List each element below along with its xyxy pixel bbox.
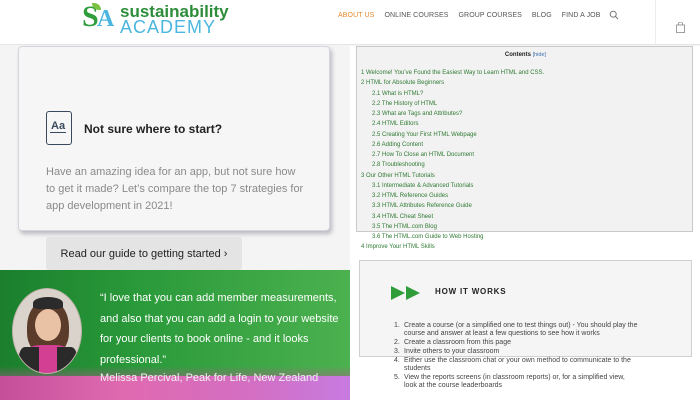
toc-link[interactable]: 2.6 Adding Content [361,140,691,150]
toc-link[interactable]: 3 Our Other HTML Tutorials [361,171,691,181]
step-item: 2. Create a classroom from this page [394,339,694,347]
nav-blog[interactable]: BLOG [532,12,552,19]
toc-link[interactable]: 1 Welcome! You’ve Found the Easiest Way … [361,68,691,78]
font-icon-label: Aa [51,120,66,132]
read-guide-button[interactable]: Read our guide to getting started › [46,237,242,270]
logo-text: sustainability ACADEMY [120,3,229,37]
site-header: S A sustainability ACADEMY ABOUT US ONLI… [0,0,700,45]
card-body: Have an amazing idea for an app, but not… [46,166,304,212]
testimonial-author: Melissa Percival, Peak for Life, New Zea… [100,372,319,384]
step-text-continued: look at the course leaderboards [404,382,503,389]
toc-link[interactable]: 2.3 What are Tags and Attributes? [361,109,691,119]
main-nav: ABOUT US ONLINE COURSES GROUP COURSES BL… [338,12,611,19]
avatar [12,288,82,374]
toc-link[interactable]: 2.7 How To Close an HTML Document [361,150,691,160]
fast-forward-icon [391,286,420,300]
card-title: Not sure where to start? [84,122,223,136]
step-number: 1. [394,322,400,329]
toc-link[interactable]: 3.6 The HTML.com Guide to Web Hosting [361,232,691,242]
step-number: 3. [394,348,400,355]
how-it-works-title: HOW IT WORKS [435,287,507,296]
toc-link[interactable]: 2.5 Creating Your First HTML Webpage [361,130,691,140]
toc-link[interactable]: 2.8 Troubleshooting [361,160,691,170]
toc-link[interactable]: 3.2 HTML Reference Guides [361,191,691,201]
step-number: 2. [394,339,400,346]
shopping-bag-icon[interactable] [676,22,685,33]
logo-line2: ACADEMY [120,16,217,37]
step-text: Create a classroom from this page [404,339,511,346]
header-divider [655,0,656,45]
toc-link[interactable]: 3.3 HTML Attributes Reference Guide [361,201,691,211]
step-number: 4. [394,357,400,364]
toc-header: Contents [hide] [357,52,694,58]
step-item: 3. Invite others to your classroom [394,348,694,356]
toc-link[interactable]: 3.1 Intermediate & Advanced Tutorials [361,181,691,191]
table-of-contents: Contents [hide] 1 Welcome! You’ve Found … [356,46,694,250]
toc-hide-link[interactable]: [hide] [533,52,546,58]
step-item: 4. Either use the classroom chat or your … [394,357,694,365]
toc-link[interactable]: 2.2 The History of HTML [361,99,691,109]
step-text-continued: students [404,365,431,372]
page: S A sustainability ACADEMY ABOUT US ONLI… [0,0,700,400]
nav-find-a-job[interactable]: FIND A JOB [562,12,601,19]
toc-link[interactable]: 2 HTML for Absolute Beginners [361,78,691,88]
toc-link[interactable]: 2.4 HTML Editors [361,119,691,129]
step-text: Either use the classroom chat or your ow… [404,357,631,364]
step-item: 5. View the reports screens (in classroom… [394,374,694,382]
step-text: Invite others to your classroom [404,348,500,355]
toc-link[interactable]: 3.5 The HTML.com Blog [361,222,691,232]
font-icon: Aa [46,111,72,145]
step-item: 1. Create a course (or a simplified one t… [394,322,694,330]
step-number: 5. [394,374,400,381]
testimonial-quote: “I love that you can add member measurem… [100,292,339,366]
toc-title: Contents [504,52,531,58]
step-text: Create a course (or a simplified one to … [404,322,638,329]
toc-list: 1 Welcome! You’ve Found the Easiest Way … [361,68,691,253]
nav-about-us[interactable]: ABOUT US [338,12,374,19]
toc-link[interactable]: 4 Improve Your HTML Skills [361,242,691,252]
step-text-continued: course and answer at least a few questio… [404,330,600,337]
toc-link[interactable]: 3.4 HTML Cheat Sheet [361,212,691,222]
logo[interactable]: S A sustainability ACADEMY [82,1,229,37]
logo-mark-icon: S A [82,1,118,35]
nav-online-courses[interactable]: ONLINE COURSES [384,12,448,19]
nav-group-courses[interactable]: GROUP COURSES [459,12,522,19]
step-text: View the reports screens (in classroom r… [404,374,625,381]
search-icon[interactable] [609,10,619,20]
toc-link[interactable]: 2.1 What is HTML? [361,89,691,99]
steps-list: 1. Create a course (or a simplified one t… [394,322,694,391]
